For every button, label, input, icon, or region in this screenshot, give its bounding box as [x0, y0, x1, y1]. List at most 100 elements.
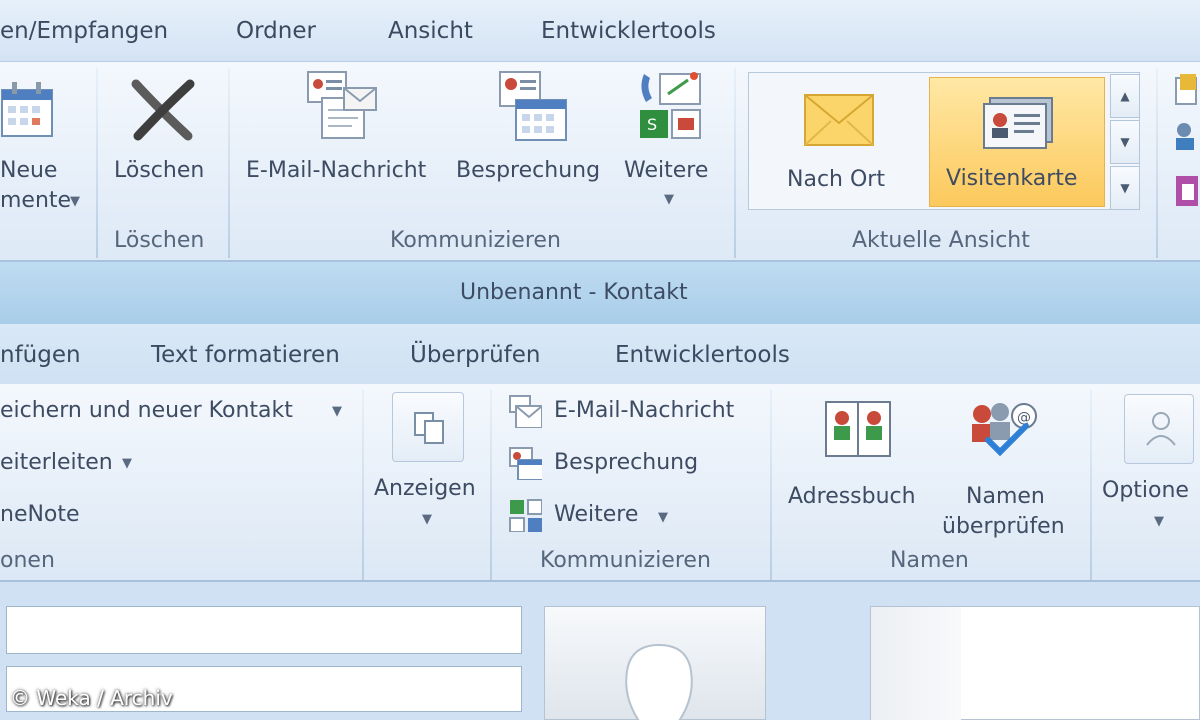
separator: [490, 390, 492, 580]
chevron-down-icon: ▼: [658, 510, 668, 525]
person-icon: [1146, 412, 1176, 446]
options-icon-frame: [1124, 394, 1194, 464]
gallery-scroll-down[interactable]: ▼: [1110, 120, 1140, 164]
contact-form-area: [0, 582, 1200, 720]
onenote-button[interactable]: neNote: [0, 500, 120, 532]
show-label: Anzeigen: [374, 476, 476, 501]
save-and-new-contact-label: eichern und neuer Kontakt: [0, 398, 293, 423]
view-business-card-label: Visitenkarte: [946, 166, 1078, 191]
separator: [1090, 390, 1092, 580]
view-business-card[interactable]: Visitenkarte: [929, 77, 1105, 207]
new-items-button[interactable]: Neue mente ▼: [0, 62, 96, 262]
watermark: © Weka / Archiv: [10, 686, 173, 710]
tab-view[interactable]: Ansicht: [388, 18, 473, 44]
svg-text:S: S: [647, 115, 657, 134]
communicate-group-label: Kommunizieren: [390, 228, 561, 253]
tab-insert[interactable]: nfügen: [0, 342, 81, 368]
business-card-stripe: [871, 607, 961, 720]
email-message-button[interactable]: E-Mail-Nachricht: [508, 392, 764, 432]
check-names-label-1: Namen: [966, 484, 1045, 509]
contact-ribbon: eichern und neuer Kontakt ▼ eiterleiten …: [0, 384, 1200, 582]
separator: [770, 390, 772, 580]
current-view-gallery: Nach Ort Visitenkarte: [748, 72, 1140, 210]
chevron-down-icon: ▼: [664, 192, 674, 207]
calendar-icon: [1, 82, 53, 137]
more-label: Weitere: [624, 158, 709, 183]
view-by-location[interactable]: Nach Ort: [753, 77, 925, 207]
delete-group-label: Löschen: [114, 228, 205, 253]
tab-send-receive[interactable]: en/Empfangen: [0, 18, 168, 44]
envelope-icon: [804, 94, 874, 146]
contact-email-icon: [307, 71, 377, 139]
email-message-button[interactable]: E-Mail-Nachricht: [240, 62, 446, 222]
pages-icon: [414, 412, 444, 444]
tab-folder[interactable]: Ordner: [236, 18, 316, 44]
more-button[interactable]: S Weitere ▼: [620, 62, 724, 222]
meeting-label: Besprechung: [554, 450, 699, 475]
partial-toolbar-icons: [1175, 74, 1198, 206]
tab-developer-tools[interactable]: Entwicklertools: [615, 342, 790, 368]
separator: [96, 68, 98, 258]
address-book-button[interactable]: Adressbuch: [782, 388, 932, 538]
more-button[interactable]: Weitere ▼: [508, 496, 678, 536]
meeting-icon: [499, 71, 567, 141]
delete-x-icon: [131, 79, 195, 141]
separator: [1156, 68, 1158, 258]
gallery-scroll-up[interactable]: ▲: [1110, 74, 1140, 118]
show-button[interactable]: Anzeigen ▼: [368, 388, 490, 538]
options-button[interactable]: Optione ▼: [1100, 388, 1200, 538]
separator: [734, 68, 736, 258]
main-tab-strip: en/Empfangen Ordner Ansicht Entwicklerto…: [0, 0, 1200, 62]
forward-button[interactable]: eiterleiten ▼: [0, 448, 160, 480]
email-message-label: E-Mail-Nachricht: [246, 158, 427, 183]
business-card-preview: [870, 606, 1200, 720]
chevron-down-icon: ▼: [332, 404, 342, 419]
show-icon-frame: [392, 392, 464, 462]
chevron-down-icon: ▼: [122, 456, 132, 471]
gallery-more[interactable]: ▼: [1110, 166, 1140, 210]
window-title: Unbenannt - Kontakt: [460, 280, 688, 305]
contact-photo-placeholder-icon: [625, 643, 693, 720]
check-names-label-2: überprüfen: [942, 514, 1065, 539]
address-book-label: Adressbuch: [788, 484, 916, 509]
names-group-label: Namen: [890, 548, 969, 573]
view-by-location-label: Nach Ort: [787, 167, 885, 192]
more-icon: [509, 499, 542, 532]
actions-group-label: onen: [0, 548, 55, 573]
svg-text:@: @: [1017, 410, 1031, 426]
chevron-down-icon: ▼: [70, 194, 80, 209]
address-book-icon: [825, 401, 891, 457]
onenote-label: neNote: [0, 502, 80, 527]
email-icon: [509, 395, 542, 428]
check-names-button[interactable]: @ Namen überprüfen: [936, 388, 1084, 548]
meeting-button[interactable]: Besprechung: [452, 62, 618, 222]
contact-window-titlebar: Unbenannt - Kontakt: [0, 262, 1200, 324]
forward-label: eiterleiten: [0, 450, 113, 475]
contact-name-field[interactable]: [6, 606, 522, 654]
more-label: Weitere: [554, 502, 639, 527]
separator: [362, 390, 364, 580]
new-items-label-1: Neue: [0, 158, 58, 183]
check-names-icon: @: [972, 403, 1037, 457]
chevron-down-icon: ▼: [422, 512, 432, 527]
meeting-icon: [509, 447, 542, 480]
meeting-label: Besprechung: [456, 158, 601, 183]
contact-picture-button[interactable]: [544, 606, 766, 720]
separator: [228, 68, 230, 258]
more-communicate-icon: S: [640, 72, 701, 139]
tab-format-text[interactable]: Text formatieren: [151, 342, 340, 368]
current-view-group-label: Aktuelle Ansicht: [852, 228, 1030, 253]
tab-developer-tools[interactable]: Entwicklertools: [541, 18, 716, 44]
delete-button[interactable]: Löschen: [100, 62, 228, 222]
save-and-new-contact-button[interactable]: eichern und neuer Kontakt ▼: [0, 396, 350, 428]
business-card-icon: [983, 97, 1053, 149]
email-message-label: E-Mail-Nachricht: [554, 398, 735, 423]
tab-review[interactable]: Überprüfen: [410, 342, 541, 368]
communicate-group-label: Kommunizieren: [540, 548, 711, 573]
options-label: Optione: [1102, 478, 1189, 503]
delete-button-label: Löschen: [114, 158, 205, 183]
meeting-button[interactable]: Besprechung: [508, 444, 718, 484]
chevron-down-icon: ▼: [1154, 514, 1164, 529]
main-ribbon: Neue mente ▼ Löschen Löschen E-Mail-Nach…: [0, 62, 1200, 262]
new-items-label-2: mente: [0, 188, 72, 213]
